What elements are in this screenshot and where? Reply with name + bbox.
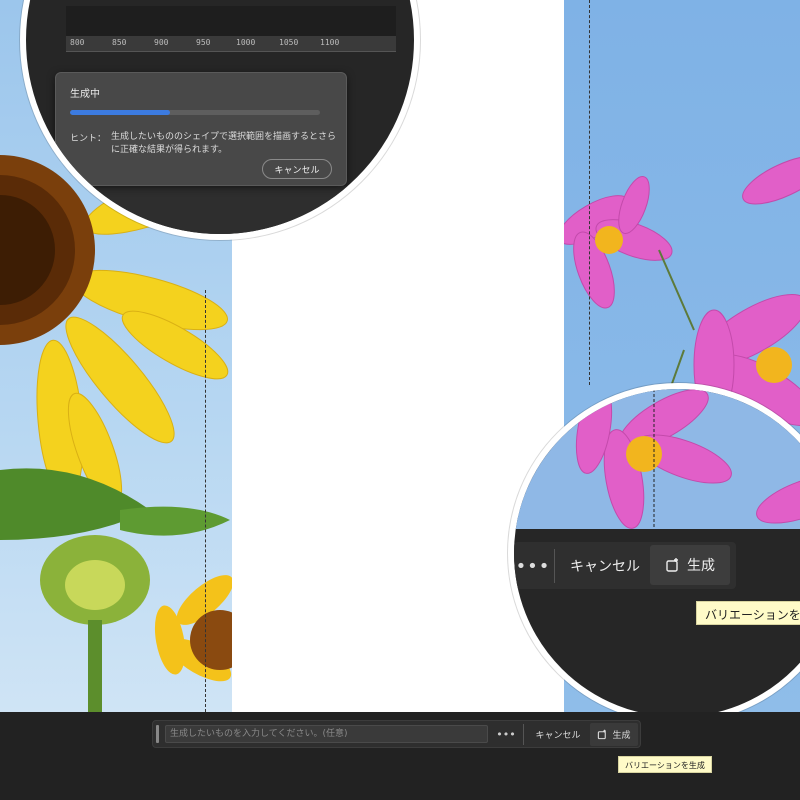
ruler-tick: 900 [154, 38, 169, 47]
generate-label: 生成 [612, 731, 631, 741]
dialog-cancel-button[interactable]: キャンセル [262, 159, 332, 179]
divider [523, 724, 524, 745]
progress-bar [70, 110, 320, 115]
photoshop-window: ... 800 850 900 950 1000 1050 1100 生成中 ヒ… [0, 0, 800, 800]
zoom-progress-dialog: ... 800 850 900 950 1000 1050 1100 生成中 ヒ… [20, 0, 420, 240]
variation-tooltip: バリエーションを生成 [618, 756, 712, 773]
prompt-input[interactable] [165, 725, 488, 743]
more-button[interactable]: ••• [495, 724, 517, 744]
cosmos-image-zoom [514, 389, 800, 529]
generate-icon [598, 729, 607, 740]
generate-icon [666, 558, 678, 572]
hint-text: 生成したいもののシェイプで選択範囲を描画するとさらに正確な結果が得られます。 [111, 132, 337, 155]
ruler-tick: 1050 [279, 38, 299, 47]
ruler-tick: 1100 [320, 38, 340, 47]
dialog-title: 生成中 [70, 89, 100, 100]
grip-icon[interactable] [156, 725, 159, 743]
ruler-tick: 800 [70, 38, 85, 47]
hint-label: ヒント： [70, 134, 107, 144]
cancel-button[interactable]: キャンセル [529, 724, 587, 745]
generate-label: 生成 [687, 558, 715, 574]
selection-border-left [205, 290, 206, 712]
horizontal-ruler: 800 850 900 950 1000 1050 1100 [66, 36, 396, 52]
variation-tooltip: バリエーションを [696, 601, 800, 625]
ruler-tick: 1000 [236, 38, 256, 47]
ruler-tick: 950 [196, 38, 211, 47]
contextual-taskbar: ••• キャンセル 生成 [152, 720, 641, 748]
selection-border-right [589, 0, 590, 385]
divider [554, 549, 555, 583]
generating-dialog: 生成中 ヒント： 生成したいもののシェイプで選択範囲を描画するとさらに正確な結果… [55, 72, 347, 186]
generate-button[interactable]: 生成 [650, 545, 730, 585]
more-button[interactable]: ••• [514, 547, 552, 585]
generate-button[interactable]: 生成 [590, 723, 638, 746]
canvas-backdrop [66, 186, 396, 234]
ruler-tick: 850 [112, 38, 127, 47]
cancel-button[interactable]: キャンセル [562, 549, 648, 583]
progress-fill [70, 110, 170, 115]
options-bar: ... [66, 6, 396, 174]
